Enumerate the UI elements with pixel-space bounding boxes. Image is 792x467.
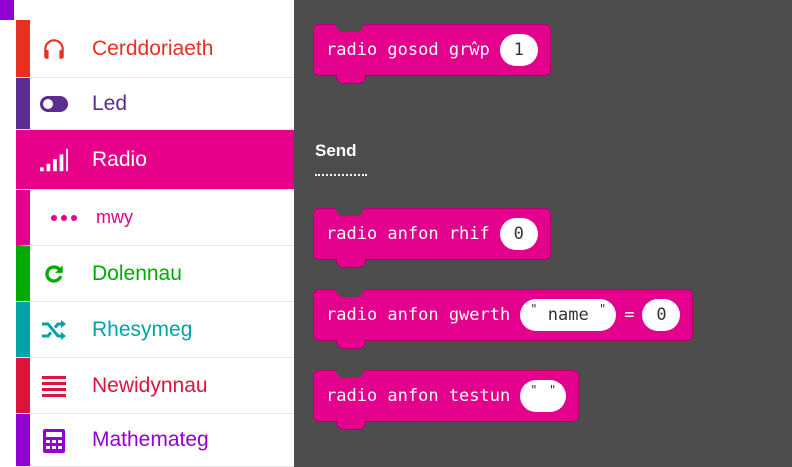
headphones-icon xyxy=(40,35,68,63)
block-text: radio anfon testun xyxy=(326,386,511,406)
category-radio[interactable]: Radio xyxy=(16,130,294,190)
section-label-send: Send xyxy=(315,141,357,160)
block-notch xyxy=(336,420,366,430)
group-number-input[interactable]: 1 xyxy=(499,34,538,66)
block-text: radio anfon rhif xyxy=(326,224,490,244)
category-label: Rhesymeg xyxy=(92,317,193,341)
calculator-icon xyxy=(40,427,68,455)
category-variables[interactable]: Newidynnau xyxy=(16,358,294,414)
category-stripe xyxy=(16,78,30,129)
radio-send-number-block[interactable]: radio anfon rhif 0 xyxy=(313,208,551,268)
category-music[interactable]: Cerddoriaeth xyxy=(16,20,294,78)
block-text: radio anfon gwerth xyxy=(326,305,511,325)
loop-refresh-icon xyxy=(40,260,68,288)
section-underline xyxy=(315,174,367,176)
quote-mark: " xyxy=(599,302,607,316)
text-string-input[interactable]: " " xyxy=(520,380,567,412)
number-input[interactable]: 0 xyxy=(499,218,538,250)
category-label: mwy xyxy=(96,207,133,227)
signal-bars-icon xyxy=(40,146,68,174)
category-label: Led xyxy=(92,91,128,115)
category-label: Dolennau xyxy=(92,261,182,285)
block-text: radio gosod grŵp xyxy=(326,40,490,60)
block-notch xyxy=(336,289,364,297)
block-notch xyxy=(336,258,366,268)
radio-set-group-block[interactable]: radio gosod grŵp 1 xyxy=(313,24,551,84)
category-label: Mathemateg xyxy=(92,428,209,451)
quote-mark: " xyxy=(530,383,538,397)
equals-sign: = xyxy=(624,305,635,325)
block-notch xyxy=(336,74,366,84)
shuffle-icon xyxy=(40,316,68,344)
block-notch xyxy=(336,208,364,216)
block-notch xyxy=(336,370,364,378)
category-label: Radio xyxy=(92,147,147,171)
category-stripe xyxy=(16,358,30,413)
quote-mark: " xyxy=(530,302,538,316)
prev-category-stripe xyxy=(0,0,14,20)
subcategory-more[interactable]: mwy xyxy=(16,190,294,246)
category-stripe xyxy=(16,20,30,77)
string-value: name xyxy=(547,305,589,325)
block-notch xyxy=(336,24,364,32)
toolbox-sidebar: Cerddoriaeth Led Radio mwy Dolennau Rhes… xyxy=(0,0,294,467)
radio-send-value-block[interactable]: radio anfon gwerth " name " = 0 xyxy=(313,289,694,349)
variables-lines-icon xyxy=(40,372,68,400)
category-label: Cerddoriaeth xyxy=(92,36,214,60)
category-label: Newidynnau xyxy=(92,373,208,397)
quote-mark: " xyxy=(549,383,557,397)
block-notch xyxy=(336,339,366,349)
value-number-input[interactable]: 0 xyxy=(642,299,681,331)
category-stripe xyxy=(16,414,30,466)
name-string-input[interactable]: " name " xyxy=(520,299,617,331)
category-logic[interactable]: Rhesymeg xyxy=(16,302,294,358)
category-math[interactable]: Mathemateg xyxy=(16,414,294,467)
more-dots-icon xyxy=(50,204,78,232)
category-stripe xyxy=(16,246,30,301)
category-loops[interactable]: Dolennau xyxy=(16,246,294,302)
toggle-icon xyxy=(40,90,68,118)
category-led[interactable]: Led xyxy=(16,78,294,130)
category-stripe xyxy=(16,302,30,357)
radio-send-string-block[interactable]: radio anfon testun " " xyxy=(313,370,580,430)
